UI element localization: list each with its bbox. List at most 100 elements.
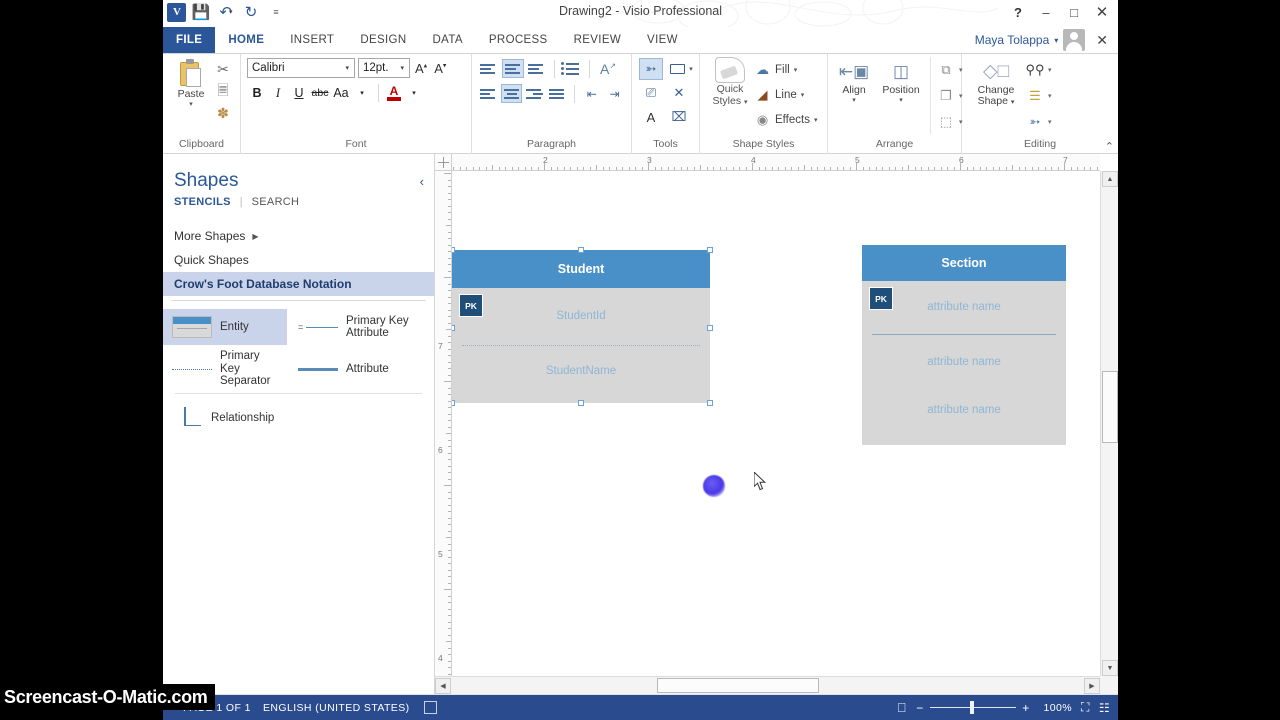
chevron-down-icon[interactable]: ▾ — [689, 65, 693, 73]
rectangle-tool-icon[interactable] — [665, 58, 689, 80]
chevron-down-icon[interactable]: ▾ — [352, 83, 372, 103]
vertical-ruler[interactable]: 7 6 5 4 — [435, 171, 452, 676]
horizontal-scrollbar-thumb[interactable] — [657, 678, 819, 693]
horizontal-scrollbar[interactable]: ◀ ▶ — [435, 676, 1100, 694]
chevron-down-icon[interactable]: ▾ — [1054, 36, 1058, 45]
select-button[interactable]: ➳ ▾ — [1024, 109, 1052, 134]
shape-relationship[interactable]: Relationship — [163, 401, 274, 435]
tab-home[interactable]: HOME — [215, 27, 278, 53]
align-center-button[interactable] — [501, 84, 523, 103]
strikethrough-button[interactable]: abc — [310, 83, 330, 103]
zoom-in-button[interactable]: + — [1021, 701, 1031, 715]
chevron-down-icon[interactable]: ▾ — [801, 91, 805, 99]
close-icon[interactable]: ✕ — [1090, 32, 1114, 49]
scroll-down-button[interactable]: ▼ — [1102, 660, 1118, 676]
selection-handle[interactable] — [452, 325, 455, 331]
chevron-down-icon[interactable]: ▾ — [404, 83, 424, 103]
increase-font-size-button[interactable]: A▴ — [413, 61, 429, 76]
font-name-combo[interactable]: Calibri ▾ — [247, 58, 355, 78]
collapse-ribbon-icon[interactable]: ⌃ — [1105, 140, 1114, 153]
decrease-indent-button[interactable]: ⇤ — [581, 84, 602, 103]
attribute-row[interactable]: PK attribute name — [862, 281, 1066, 334]
avatar[interactable] — [1063, 29, 1086, 51]
chevron-down-icon[interactable]: ▾ — [342, 64, 352, 72]
page-canvas[interactable]: Student PK StudentId StudentName Section… — [452, 171, 1100, 676]
fill-button[interactable]: ☁ Fill ▾ — [754, 58, 817, 81]
entity-shape-student[interactable]: Student PK StudentId StudentName — [452, 247, 713, 406]
stencil-item-more-shapes[interactable]: More Shapes ▶ — [163, 224, 434, 248]
entity-shape-section[interactable]: Section PK attribute name attribute name — [862, 245, 1066, 445]
fit-window-icon[interactable]: ☷ — [1099, 701, 1110, 715]
format-painter-icon[interactable]: ✽ — [211, 103, 235, 124]
copy-icon[interactable]: 🗏 — [211, 81, 235, 102]
presentation-mode-icon[interactable]: ⎕ — [898, 700, 906, 716]
quick-styles-button[interactable]: Quick Styles ▾ — [706, 57, 754, 107]
font-size-combo[interactable]: 12pt. ▾ — [358, 58, 410, 78]
scroll-up-button[interactable]: ▲ — [1102, 171, 1118, 187]
tab-insert[interactable]: INSERT — [277, 27, 348, 53]
tab-search[interactable]: SEARCH — [252, 196, 300, 208]
tab-data[interactable]: DATA — [419, 27, 476, 53]
bring-forward-button[interactable]: ⧉ ▾ — [935, 57, 962, 82]
find-button[interactable]: ⚲⚲ ▾ — [1024, 57, 1052, 82]
selection-handle[interactable] — [578, 247, 584, 253]
font-color-button[interactable]: A — [385, 85, 403, 101]
layers-button[interactable]: ☰ ▾ — [1024, 83, 1052, 108]
chevron-down-icon[interactable]: ▾ — [814, 116, 818, 124]
shape-primary-key-separator[interactable]: Primary Key Separator — [163, 350, 287, 387]
attribute-row[interactable]: attribute name — [862, 334, 1066, 386]
align-bottom-button[interactable] — [526, 59, 548, 78]
chevron-down-icon[interactable]: ▾ — [1048, 118, 1052, 126]
tab-review[interactable]: REVIEW — [560, 27, 635, 53]
zoom-level-label[interactable]: 100% — [1040, 702, 1072, 714]
close-window-icon[interactable]: ✕ — [1088, 1, 1116, 23]
selection-handle[interactable] — [452, 400, 455, 406]
decrease-font-size-button[interactable]: A▾ — [432, 61, 448, 76]
zoom-thumb[interactable] — [970, 700, 975, 714]
tab-file[interactable]: FILE — [163, 27, 216, 53]
paste-button[interactable]: Paste ▾ — [171, 57, 211, 108]
scroll-left-button[interactable]: ◀ — [435, 678, 451, 694]
align-top-button[interactable] — [478, 59, 500, 78]
pointer-tool-icon[interactable]: ➳ — [639, 58, 663, 80]
attribute-row[interactable]: PK StudentId — [452, 288, 710, 345]
shape-primary-key-attribute[interactable]: = Primary Key Attribute — [287, 309, 418, 345]
align-button[interactable]: ⇤▣ Align ▾ — [832, 57, 876, 104]
horizontal-ruler[interactable]: 2 3 4 5 6 7 — [435, 154, 1100, 171]
text-direction-icon[interactable]: A↗ — [596, 61, 620, 77]
underline-button[interactable]: U — [289, 83, 309, 103]
text-tool-icon[interactable]: A — [639, 106, 663, 128]
tab-view[interactable]: VIEW — [634, 27, 691, 53]
zoom-out-button[interactable]: − — [915, 701, 925, 715]
chevron-down-icon[interactable]: ▾ — [1048, 66, 1052, 74]
shape-entity[interactable]: Entity — [163, 309, 287, 345]
zoom-track[interactable] — [930, 700, 1017, 714]
line-button[interactable]: ◢ Line ▾ — [754, 83, 817, 106]
align-justify-button[interactable] — [547, 84, 568, 103]
align-caret-icon[interactable]: ▾ — [852, 96, 856, 104]
maximize-icon[interactable]: □ — [1060, 1, 1088, 23]
chevron-down-icon[interactable]: ▾ — [794, 66, 798, 74]
effects-button[interactable]: ◉ Effects ▾ — [754, 108, 818, 131]
connection-point-tool-icon[interactable]: ✕ — [667, 82, 691, 104]
position-caret-icon[interactable]: ▾ — [899, 96, 903, 104]
selection-handle[interactable] — [578, 400, 584, 406]
vertical-scrollbar-thumb[interactable] — [1102, 371, 1118, 443]
selection-handle[interactable] — [707, 325, 713, 331]
vertical-scrollbar[interactable]: ▲ ▼ — [1100, 171, 1118, 676]
shape-attribute[interactable]: Attribute — [287, 351, 389, 387]
minimize-icon[interactable]: – — [1032, 1, 1060, 23]
align-left-button[interactable] — [478, 84, 499, 103]
collapse-panel-icon[interactable]: ‹ — [420, 174, 424, 189]
send-backward-button[interactable]: ❐ ▾ — [935, 83, 962, 108]
increase-indent-button[interactable]: ⇥ — [604, 84, 625, 103]
chevron-down-icon[interactable]: ▾ — [1048, 92, 1052, 100]
change-case-button[interactable]: Aa — [331, 83, 351, 103]
macro-record-icon[interactable] — [423, 701, 437, 714]
help-icon[interactable]: ? — [1004, 1, 1032, 23]
change-shape-button[interactable]: ◇□ Change Shape ▾ — [968, 57, 1024, 108]
selection-handle[interactable] — [707, 400, 713, 406]
scroll-right-button[interactable]: ▶ — [1084, 678, 1100, 694]
italic-button[interactable]: I — [268, 83, 288, 103]
zoom-slider[interactable]: − + — [915, 701, 1031, 715]
